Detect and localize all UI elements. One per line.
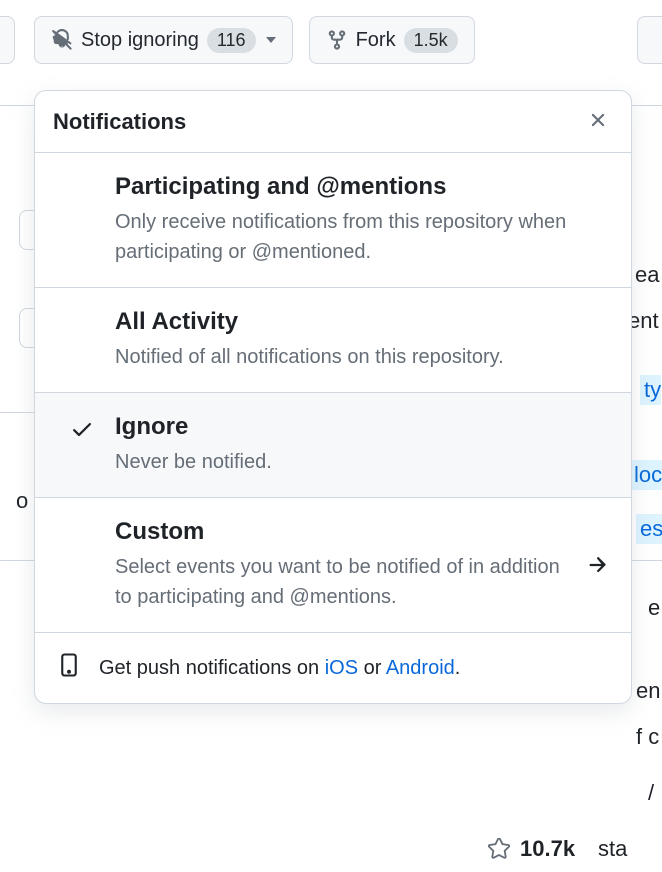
option-title: Custom (115, 518, 581, 546)
arrow-right-icon (585, 518, 609, 612)
option-custom[interactable]: Custom Select events you want to be noti… (35, 498, 631, 633)
watch-button-label: Stop ignoring (81, 29, 199, 52)
option-check-slot (53, 173, 111, 267)
fork-icon (326, 29, 348, 51)
bg-text-fragment: sta (598, 836, 627, 862)
bg-text-fragment: ea (635, 262, 659, 288)
check-icon (70, 417, 94, 477)
option-description: Notified of all notifications on this re… (115, 342, 609, 372)
watch-button[interactable]: Stop ignoring 116 (34, 16, 293, 64)
star-icon (488, 838, 510, 865)
bg-text-fragment: / (648, 780, 654, 806)
android-link[interactable]: Android (386, 657, 455, 679)
bg-link-fragment: ty (640, 375, 661, 405)
option-title: Participating and @mentions (115, 173, 609, 201)
option-ignore[interactable]: Ignore Never be notified. (35, 393, 631, 498)
popover-header: Notifications (35, 91, 631, 153)
ios-link[interactable]: iOS (325, 657, 358, 679)
option-check-slot (53, 308, 111, 372)
option-check-slot (53, 518, 111, 612)
bg-link-fragment: loc (630, 460, 662, 490)
watch-count-badge: 116 (207, 28, 256, 53)
notifications-popover: Notifications Participating and @mention… (34, 90, 632, 704)
star-count: 10.7k (520, 836, 575, 862)
footer-suffix: . (455, 657, 461, 679)
option-title: Ignore (115, 413, 609, 441)
bg-text-fragment: o (16, 488, 28, 514)
repo-action-toolbar: Stop ignoring 116 Fork 1.5k (0, 0, 662, 80)
fork-button[interactable]: Fork 1.5k (309, 16, 475, 64)
bell-slash-icon (51, 29, 73, 51)
bg-link-fragment: es (636, 514, 662, 544)
popover-footer: Get push notifications on iOS or Android… (35, 633, 631, 703)
option-title: All Activity (115, 308, 609, 336)
bg-text-fragment: en (636, 678, 660, 704)
button-stub-right (637, 16, 662, 64)
option-description: Never be notified. (115, 447, 609, 477)
bg-text-fragment: ent (628, 308, 659, 334)
bg-text-fragment: f c (636, 724, 659, 750)
option-check-slot (53, 413, 111, 477)
close-icon (587, 109, 609, 134)
chevron-down-icon (266, 37, 276, 43)
fork-count-badge: 1.5k (404, 28, 458, 53)
fork-button-label: Fork (356, 29, 396, 52)
footer-mid: or (358, 657, 386, 679)
footer-text: Get push notifications on iOS or Android… (99, 657, 460, 680)
option-description: Only receive notifications from this rep… (115, 207, 609, 267)
popover-title: Notifications (53, 109, 186, 135)
bg-text-fragment: e (648, 595, 660, 621)
footer-prefix: Get push notifications on (99, 657, 325, 679)
option-description: Select events you want to be notified of… (115, 552, 581, 612)
close-button[interactable] (583, 105, 613, 138)
button-stub-left (0, 16, 15, 64)
option-participating[interactable]: Participating and @mentions Only receive… (35, 153, 631, 288)
mobile-icon (57, 653, 81, 683)
option-all-activity[interactable]: All Activity Notified of all notificatio… (35, 288, 631, 393)
